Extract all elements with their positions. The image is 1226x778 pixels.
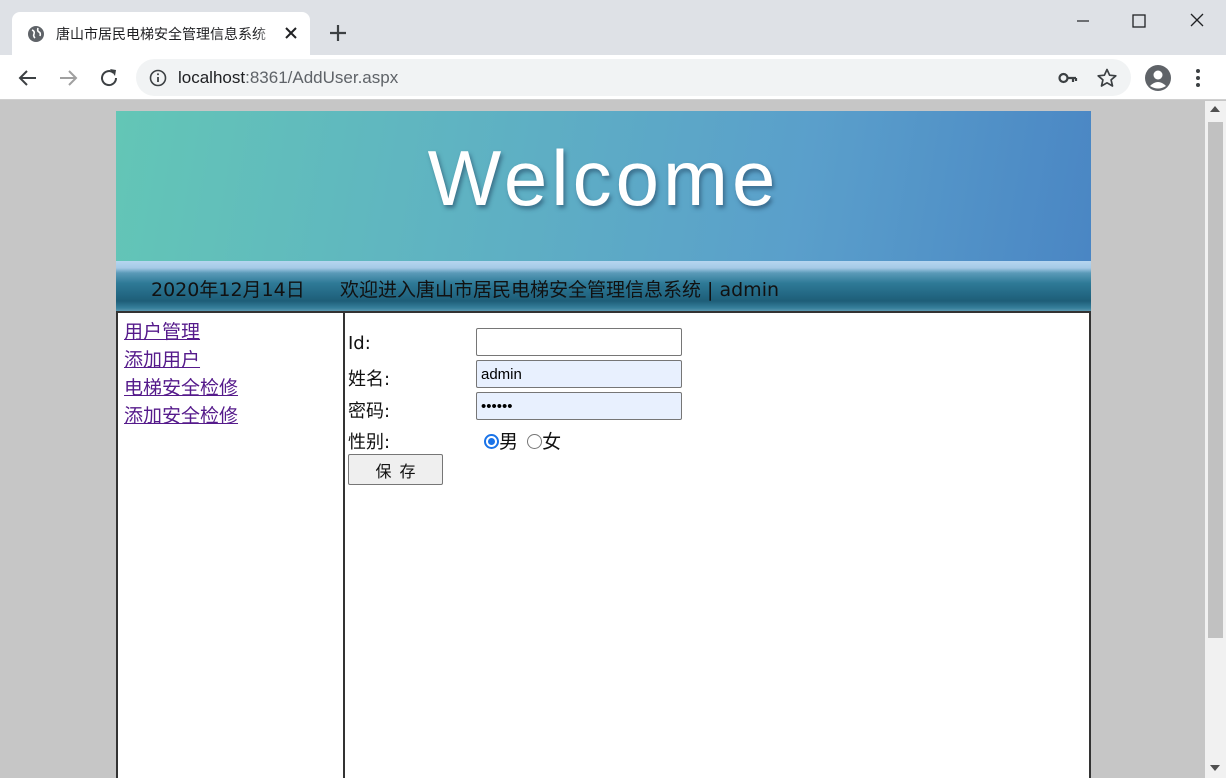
page-scrollbar[interactable]	[1205, 101, 1226, 778]
gender-female-label[interactable]: 女	[542, 431, 561, 453]
url-host: localhost	[178, 68, 246, 87]
gender-label: 性别:	[348, 432, 391, 453]
info-icon[interactable]	[148, 68, 168, 88]
current-date: 2020年12月14日	[151, 279, 305, 301]
nav-link-add-inspection[interactable]: 添加安全检修	[124, 401, 238, 428]
nav-link-user-management[interactable]: 用户管理	[124, 317, 200, 344]
scroll-down-arrow-icon[interactable]	[1210, 765, 1220, 771]
address-bar[interactable]: localhost:8361/AddUser.aspx	[136, 59, 1131, 96]
gender-male-label[interactable]: 男	[499, 431, 518, 453]
password-field[interactable]	[476, 392, 682, 420]
maximize-icon[interactable]	[1124, 8, 1154, 34]
gender-male-radio[interactable]	[484, 434, 499, 449]
close-tab-icon[interactable]	[282, 24, 300, 42]
header-info-bar: 2020年12月14日 欢迎进入唐山市居民电梯安全管理信息系统 | admin	[116, 261, 1091, 311]
tab-title: 唐山市居民电梯安全管理信息系统	[56, 24, 276, 44]
left-nav: 用户管理 添加用户 电梯安全检修 添加安全检修	[118, 313, 345, 778]
browser-toolbar: localhost:8361/AddUser.aspx	[0, 55, 1226, 100]
nav-link-elevator-inspection[interactable]: 电梯安全检修	[124, 373, 238, 400]
reload-icon[interactable]	[96, 65, 122, 91]
id-label: Id:	[348, 333, 371, 354]
scroll-up-arrow-icon[interactable]	[1210, 106, 1220, 112]
globe-icon	[28, 26, 44, 42]
profile-avatar-icon[interactable]	[1144, 64, 1172, 92]
welcome-message: 欢迎进入唐山市居民电梯安全管理信息系统 | admin	[340, 279, 780, 301]
close-window-icon[interactable]	[1182, 8, 1212, 34]
url-text[interactable]: localhost:8361/AddUser.aspx	[178, 68, 398, 88]
save-button[interactable]: 保存	[348, 454, 443, 485]
url-path: :8361/AddUser.aspx	[245, 68, 399, 87]
minimize-icon[interactable]	[1068, 8, 1098, 34]
password-label: 密码:	[348, 401, 391, 422]
name-field[interactable]	[476, 360, 682, 388]
welcome-banner: Welcome	[116, 111, 1091, 261]
gender-radio-group: 男 女	[484, 427, 561, 453]
browser-tab[interactable]: 唐山市居民电梯安全管理信息系统	[12, 12, 310, 55]
gender-female-radio[interactable]	[527, 434, 543, 449]
nav-link-add-user[interactable]: 添加用户	[124, 345, 200, 372]
new-tab-icon[interactable]	[326, 21, 350, 45]
bookmark-star-icon[interactable]	[1096, 67, 1118, 89]
scroll-thumb[interactable]	[1208, 122, 1223, 638]
browser-tabstrip: 唐山市居民电梯安全管理信息系统	[0, 0, 1226, 55]
forward-arrow-icon[interactable]	[55, 65, 81, 91]
banner-title: Welcome	[427, 134, 780, 222]
key-icon[interactable]	[1057, 68, 1079, 88]
kebab-menu-icon[interactable]	[1190, 68, 1206, 88]
id-field[interactable]	[476, 328, 682, 356]
name-label: 姓名:	[348, 369, 391, 390]
content-table: 用户管理 添加用户 电梯安全检修 添加安全检修 Id: 姓名: 密码: 性别: …	[116, 311, 1091, 778]
back-arrow-icon[interactable]	[15, 65, 41, 91]
